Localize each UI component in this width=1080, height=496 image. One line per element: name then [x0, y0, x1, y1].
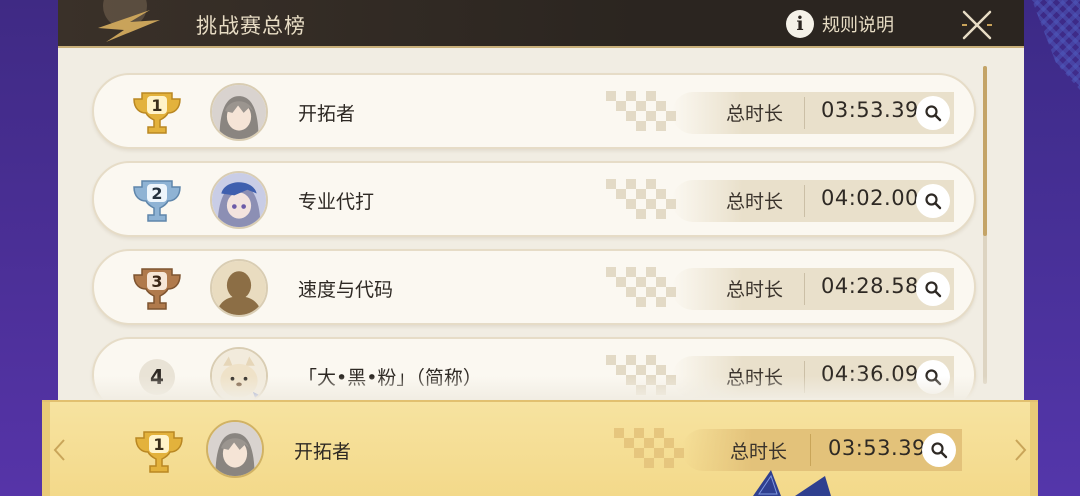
- silver-trophy-icon: 2: [133, 180, 181, 222]
- gold-trophy-icon: 1: [135, 431, 183, 473]
- my-rank-row[interactable]: 1 开拓者 总时长 03:53.39: [42, 400, 1038, 496]
- background-pattern: [1032, 0, 1080, 90]
- view-details-button[interactable]: [922, 433, 956, 467]
- bronze-trophy-icon: 3: [133, 268, 181, 310]
- divider: [804, 97, 805, 129]
- total-time-label: 总时长: [726, 279, 784, 301]
- avatar: [206, 420, 264, 478]
- page-title: 挑战赛总榜: [196, 14, 306, 38]
- info-icon: i: [786, 10, 814, 38]
- total-time-value: 03:53.39: [828, 436, 926, 460]
- rank-number: 1: [153, 435, 164, 454]
- divider: [810, 434, 811, 466]
- row-edge: [42, 402, 50, 496]
- rules-button[interactable]: i 规则说明: [786, 9, 894, 39]
- rank-number: 3: [151, 272, 162, 291]
- magnifier-icon: [931, 442, 948, 459]
- leaderboard-row[interactable]: 2 专业代打 总时长 04:02.00: [92, 161, 976, 237]
- magnifier-icon: [925, 281, 942, 298]
- row-edge: [1030, 402, 1038, 496]
- lightning-emblem-icon: [98, 0, 160, 42]
- divider: [804, 273, 805, 305]
- left-ornament-icon: [53, 439, 65, 461]
- rank-number: 2: [151, 184, 162, 203]
- total-time-label: 总时长: [726, 191, 784, 213]
- rules-label: 规则说明: [822, 15, 894, 36]
- divider: [804, 185, 805, 217]
- avatar: [210, 83, 268, 141]
- rank-number: 1: [151, 96, 162, 115]
- total-time-value: 04:02.00: [821, 186, 919, 210]
- total-time-value: 04:28.58: [821, 274, 919, 298]
- magnifier-icon: [925, 193, 942, 210]
- leaderboard-row[interactable]: 1 开拓者 总时长 03:53.39: [92, 73, 976, 149]
- avatar: [210, 259, 268, 317]
- leaderboard-row[interactable]: 3 速度与代码 总时长 04:28.58: [92, 249, 976, 325]
- panel-header: 挑战赛总榜 i 规则说明: [58, 0, 1024, 48]
- total-time-label: 总时长: [730, 441, 788, 463]
- list-fade: [58, 376, 1024, 400]
- view-details-button[interactable]: [916, 96, 950, 130]
- right-ornament-icon: [1015, 439, 1027, 461]
- gold-trophy-icon: 1: [133, 92, 181, 134]
- avatar: [210, 171, 268, 229]
- view-details-button[interactable]: [916, 184, 950, 218]
- close-icon[interactable]: [960, 8, 994, 42]
- player-name: 速度与代码: [298, 279, 394, 301]
- player-name: 开拓者: [298, 103, 356, 125]
- scrollbar[interactable]: [983, 66, 987, 384]
- player-name: 开拓者: [294, 441, 352, 463]
- total-time-label: 总时长: [726, 103, 784, 125]
- scrollbar-thumb[interactable]: [983, 66, 987, 236]
- view-details-button[interactable]: [916, 272, 950, 306]
- magnifier-icon: [925, 105, 942, 122]
- player-name: 专业代打: [298, 191, 375, 213]
- total-time-value: 03:53.39: [821, 98, 919, 122]
- mascot-ears-decoration: [753, 470, 831, 496]
